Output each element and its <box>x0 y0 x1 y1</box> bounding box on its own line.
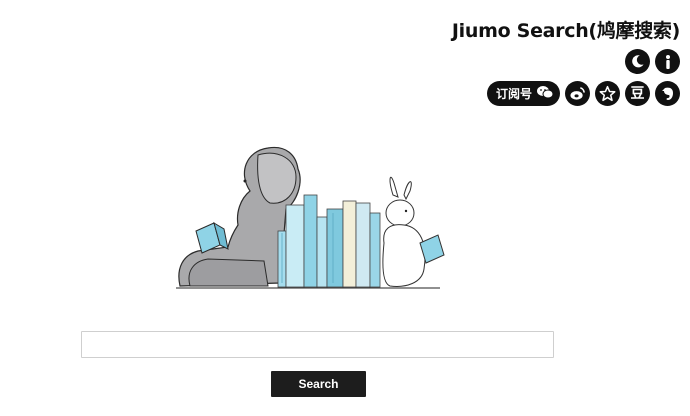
social-icons: 订阅号 豆 <box>486 81 680 106</box>
star-icon[interactable] <box>595 81 620 106</box>
douban-icon[interactable]: 豆 <box>625 81 650 106</box>
top-icons <box>625 49 680 74</box>
book-stack <box>277 194 381 288</box>
moon-icon[interactable] <box>625 49 650 74</box>
hero-illustration <box>168 143 458 297</box>
wechat-subscribe-button[interactable]: 订阅号 <box>486 81 560 106</box>
weibo-icon[interactable] <box>565 81 590 106</box>
search-button[interactable]: Search <box>271 371 366 397</box>
evernote-icon[interactable] <box>655 81 680 106</box>
douban-glyph: 豆 <box>630 85 645 102</box>
bunny-figure <box>382 176 445 287</box>
wechat-icon <box>536 85 554 102</box>
search-input[interactable] <box>81 331 554 358</box>
subscribe-label: 订阅号 <box>495 87 532 101</box>
info-icon[interactable] <box>655 49 680 74</box>
site-title: Jiumo Search(鸠摩搜索) <box>451 20 680 42</box>
